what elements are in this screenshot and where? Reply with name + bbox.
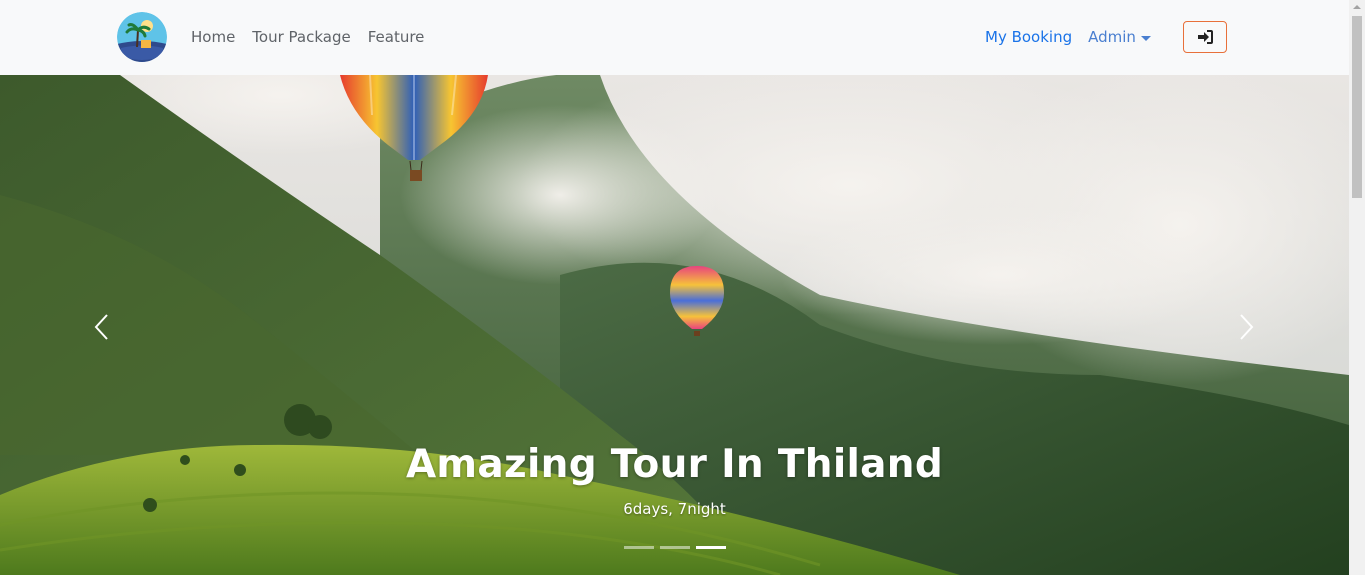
sign-in-icon [1198, 30, 1213, 44]
scroll-up-arrow-icon[interactable] [1353, 5, 1361, 9]
navbar: Home Tour Package Feature My Booking Adm… [0, 0, 1349, 75]
chevron-right-icon [1240, 314, 1254, 340]
carousel-indicator-1[interactable] [624, 546, 654, 549]
carousel-caption-title: Amazing Tour In Thiland [405, 442, 944, 487]
nav-link-home[interactable]: Home [191, 26, 235, 48]
page-scrollbar[interactable] [1349, 0, 1365, 575]
login-button[interactable] [1183, 21, 1227, 53]
carousel-caption-subtitle: 6days, 7night [623, 500, 726, 518]
caret-down-icon [1140, 35, 1151, 41]
carousel-indicators [624, 546, 726, 549]
hero-carousel: Amazing Tour In Thiland 6days, 7night [0, 75, 1349, 575]
nav-links: Home Tour Package Feature [191, 26, 441, 48]
nav-link-feature[interactable]: Feature [368, 26, 425, 48]
logo[interactable] [117, 12, 167, 62]
scrollbar-thumb[interactable] [1352, 16, 1362, 198]
nav-link-tour-package[interactable]: Tour Package [252, 26, 350, 48]
chevron-left-icon [94, 314, 108, 340]
admin-label: Admin [1088, 28, 1136, 46]
admin-dropdown[interactable]: Admin [1088, 26, 1151, 48]
carousel-prev-button[interactable] [86, 307, 116, 347]
nav-link-my-booking[interactable]: My Booking [985, 26, 1072, 48]
carousel-next-button[interactable] [1232, 307, 1262, 347]
carousel-indicator-2[interactable] [660, 546, 690, 549]
carousel-indicator-3[interactable] [696, 546, 726, 549]
nav-right: My Booking Admin [985, 26, 1151, 48]
